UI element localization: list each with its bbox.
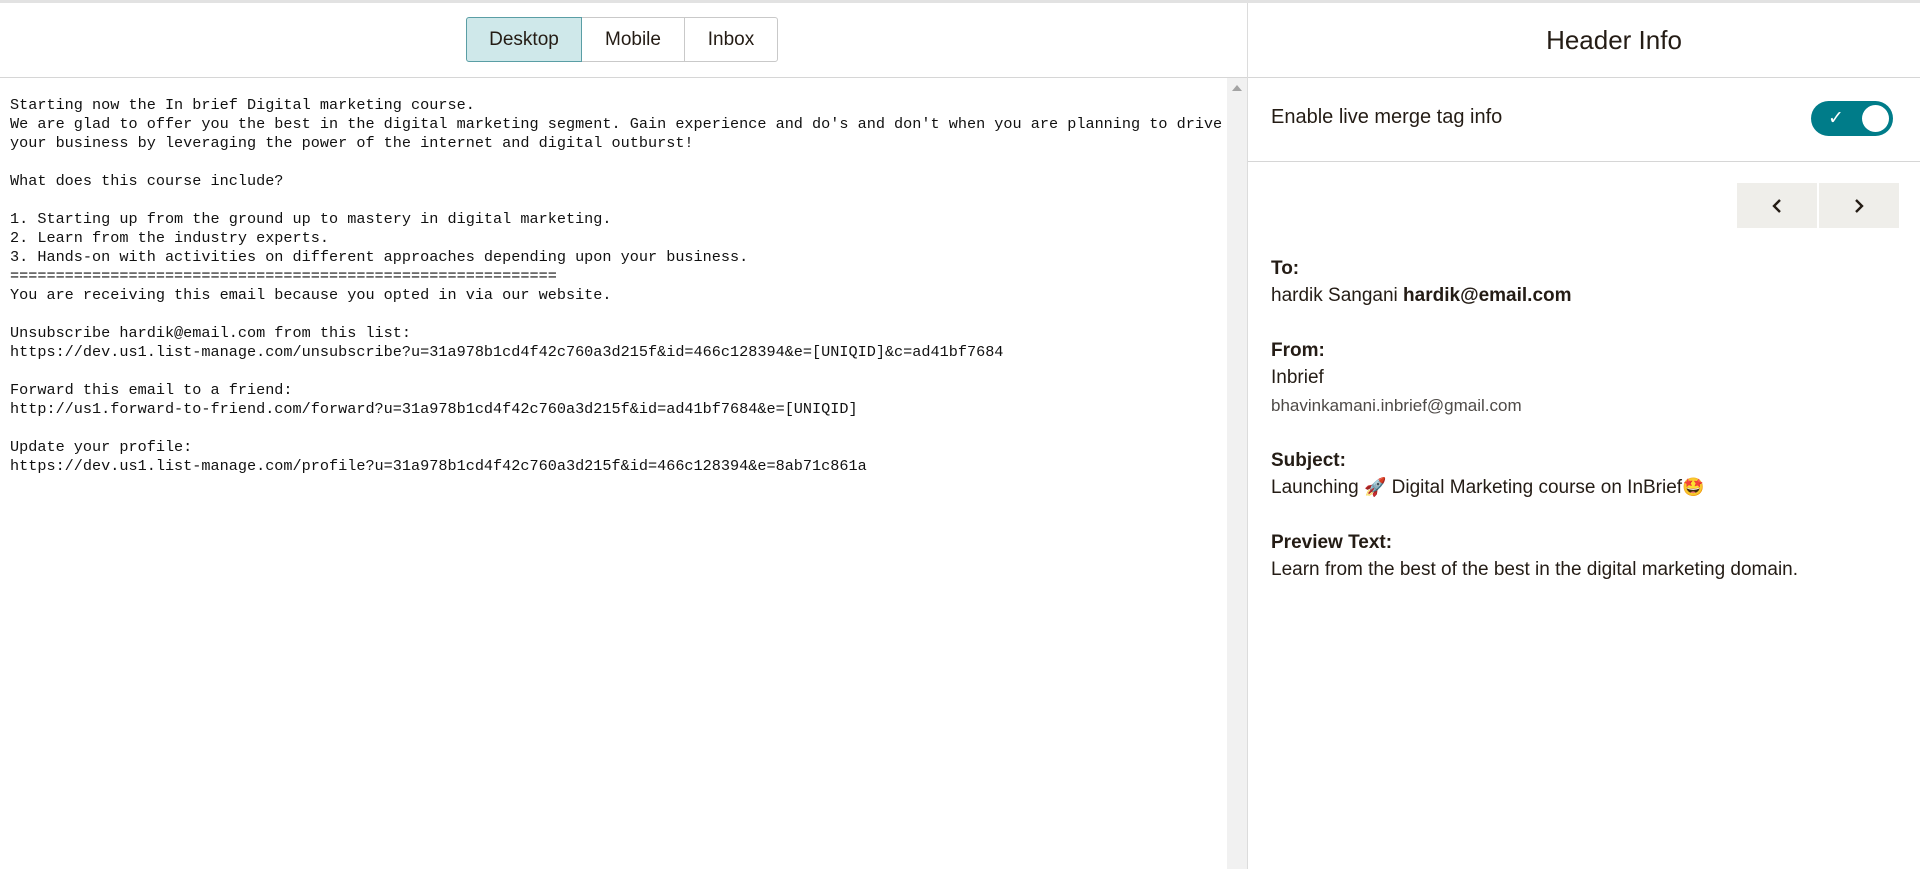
merge-tag-row: Enable live merge tag info ✓: [1248, 78, 1920, 162]
panel-title: Header Info: [1546, 24, 1682, 55]
from-name: Inbrief: [1271, 367, 1324, 388]
header-info-panel: Header Info Enable live merge tag info ✓: [1248, 3, 1920, 869]
chevron-right-icon: [1855, 198, 1864, 213]
merge-tag-toggle[interactable]: ✓: [1811, 101, 1893, 136]
merge-tag-label: Enable live merge tag info: [1271, 106, 1503, 128]
header-info-titlebar: Header Info: [1248, 3, 1920, 78]
chevron-left-icon: [1772, 198, 1781, 213]
subject-value: Launching 🚀 Digital Marketing course on …: [1271, 474, 1901, 502]
preview-text-value: Learn from the best of the best in the d…: [1271, 559, 1799, 580]
preview-text-section: Preview Text: Learn from the best of the…: [1271, 530, 1901, 584]
plain-text-email-body: Starting now the In brief Digital market…: [10, 96, 1223, 475]
from-email: bhavinkamani.inbrief@gmail.com: [1271, 396, 1522, 415]
preview-toolbar: Desktop Mobile Inbox: [0, 3, 1247, 78]
scroll-up-arrow-icon[interactable]: [1232, 85, 1242, 91]
to-email: hardik@email.com: [1403, 285, 1572, 306]
to-value: hardik Sangani hardik@email.com: [1271, 282, 1901, 310]
preview-text-label: Preview Text:: [1271, 532, 1393, 553]
subject-text-end: Digital Marketing course on InBrief: [1386, 477, 1683, 498]
tab-desktop[interactable]: Desktop: [466, 17, 582, 62]
subject-label: Subject:: [1271, 450, 1346, 471]
toggle-knob: [1862, 105, 1889, 132]
preview-pane: Desktop Mobile Inbox Starting now the In…: [0, 3, 1248, 869]
recipient-pager: [1737, 183, 1901, 228]
header-info-details: To: hardik Sangani hardik@email.com From…: [1271, 256, 1901, 612]
star-struck-icon: 🤩: [1682, 477, 1705, 498]
email-preview-app: Desktop Mobile Inbox Starting now the In…: [0, 0, 1920, 869]
tab-mobile[interactable]: Mobile: [581, 17, 685, 62]
subject-text-start: Launching: [1271, 477, 1364, 498]
subject-section: Subject: Launching 🚀 Digital Marketing c…: [1271, 448, 1901, 502]
from-label: From:: [1271, 340, 1325, 361]
to-label: To:: [1271, 258, 1300, 279]
plain-text-preview: Starting now the In brief Digital market…: [0, 78, 1227, 869]
next-recipient-button[interactable]: [1819, 183, 1899, 228]
rocket-icon: 🚀: [1363, 477, 1387, 498]
view-tabs: Desktop Mobile Inbox: [466, 17, 778, 62]
to-section: To: hardik Sangani hardik@email.com: [1271, 256, 1901, 310]
to-name: hardik Sangani: [1271, 285, 1398, 306]
from-section: From: Inbrief bhavinkamani.inbrief@gmail…: [1271, 338, 1901, 420]
vertical-scrollbar[interactable]: [1227, 78, 1247, 869]
checkmark-icon: ✓: [1828, 107, 1844, 129]
prev-recipient-button[interactable]: [1737, 183, 1817, 228]
tab-inbox[interactable]: Inbox: [684, 17, 778, 62]
